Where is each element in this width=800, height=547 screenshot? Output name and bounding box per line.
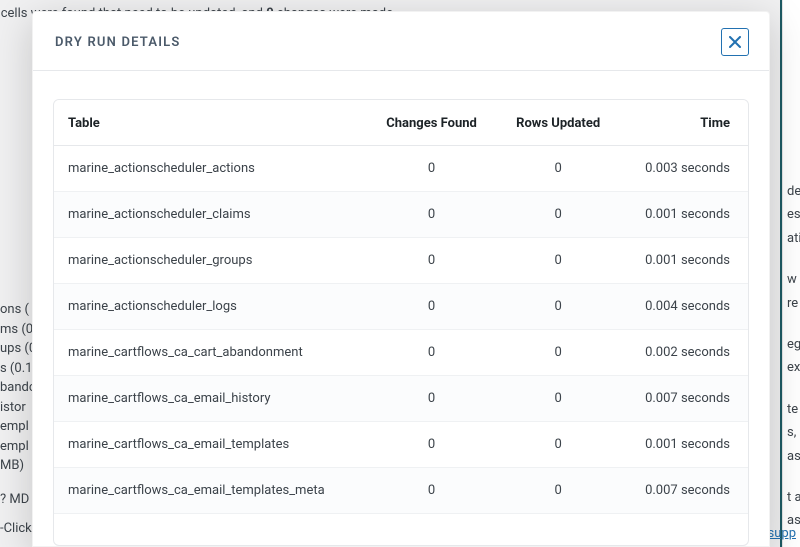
cell-time: 0.007 seconds xyxy=(620,376,748,422)
cell-time: 0.004 seconds xyxy=(620,284,748,330)
table-row: marine_actionscheduler_claims000.001 sec… xyxy=(54,192,748,238)
table-row: marine_cartflows_ca_email_templates000.0… xyxy=(54,422,748,468)
cell-table-name: marine_cartflows_ca_cart_abandonment xyxy=(54,330,366,376)
modal-header: DRY RUN DETAILS xyxy=(33,12,769,71)
dry-run-modal: DRY RUN DETAILS Table Changes Found Rows… xyxy=(32,11,770,547)
cell-changes-found: 0 xyxy=(366,238,496,284)
modal-overlay: DRY RUN DETAILS Table Changes Found Rows… xyxy=(0,0,800,547)
table-row: marine_actionscheduler_logs000.004 secon… xyxy=(54,284,748,330)
cell-changes-found: 0 xyxy=(366,468,496,514)
cell-changes-found: 0 xyxy=(366,146,496,192)
close-icon xyxy=(729,36,741,48)
cell-table-name: marine_actionscheduler_actions xyxy=(54,146,366,192)
col-header-table: Table xyxy=(54,100,366,146)
cell-table-name: marine_cartflows_ca_email_history xyxy=(54,376,366,422)
close-button[interactable] xyxy=(721,28,749,56)
cell-rows-updated: 0 xyxy=(497,146,620,192)
col-header-changes: Changes Found xyxy=(366,100,496,146)
table-row: marine_cartflows_ca_email_history000.007… xyxy=(54,376,748,422)
col-header-rows: Rows Updated xyxy=(497,100,620,146)
table-header-row: Table Changes Found Rows Updated Time xyxy=(54,100,748,146)
cell-changes-found: 0 xyxy=(366,376,496,422)
col-header-time: Time xyxy=(620,100,748,146)
cell-rows-updated: 0 xyxy=(497,330,620,376)
cell-time: 0.002 seconds xyxy=(620,330,748,376)
cell-changes-found: 0 xyxy=(366,192,496,238)
cell-time: 0.003 seconds xyxy=(620,146,748,192)
cell-rows-updated: 0 xyxy=(497,422,620,468)
cell-rows-updated: 0 xyxy=(497,192,620,238)
cell-rows-updated: 0 xyxy=(497,284,620,330)
cell-changes-found: 0 xyxy=(366,284,496,330)
results-table: Table Changes Found Rows Updated Time ma… xyxy=(54,100,748,514)
cell-rows-updated: 0 xyxy=(497,238,620,284)
cell-table-name: marine_cartflows_ca_email_templates_meta xyxy=(54,468,366,514)
cell-table-name: marine_actionscheduler_logs xyxy=(54,284,366,330)
cell-rows-updated: 0 xyxy=(497,468,620,514)
results-table-card: Table Changes Found Rows Updated Time ma… xyxy=(53,99,749,546)
cell-table-name: marine_cartflows_ca_email_templates xyxy=(54,422,366,468)
cell-time: 0.001 seconds xyxy=(620,422,748,468)
cell-rows-updated: 0 xyxy=(497,376,620,422)
table-row: marine_actionscheduler_groups000.001 sec… xyxy=(54,238,748,284)
cell-time: 0.001 seconds xyxy=(620,192,748,238)
cell-time: 0.001 seconds xyxy=(620,238,748,284)
cell-table-name: marine_actionscheduler_groups xyxy=(54,238,366,284)
cell-table-name: marine_actionscheduler_claims xyxy=(54,192,366,238)
cell-changes-found: 0 xyxy=(366,330,496,376)
modal-title: DRY RUN DETAILS xyxy=(55,35,181,50)
table-row: marine_cartflows_ca_cart_abandonment000.… xyxy=(54,330,748,376)
cell-time: 0.007 seconds xyxy=(620,468,748,514)
modal-body: Table Changes Found Rows Updated Time ma… xyxy=(33,71,769,546)
table-row: marine_cartflows_ca_email_templates_meta… xyxy=(54,468,748,514)
cell-changes-found: 0 xyxy=(366,422,496,468)
table-row: marine_actionscheduler_actions000.003 se… xyxy=(54,146,748,192)
